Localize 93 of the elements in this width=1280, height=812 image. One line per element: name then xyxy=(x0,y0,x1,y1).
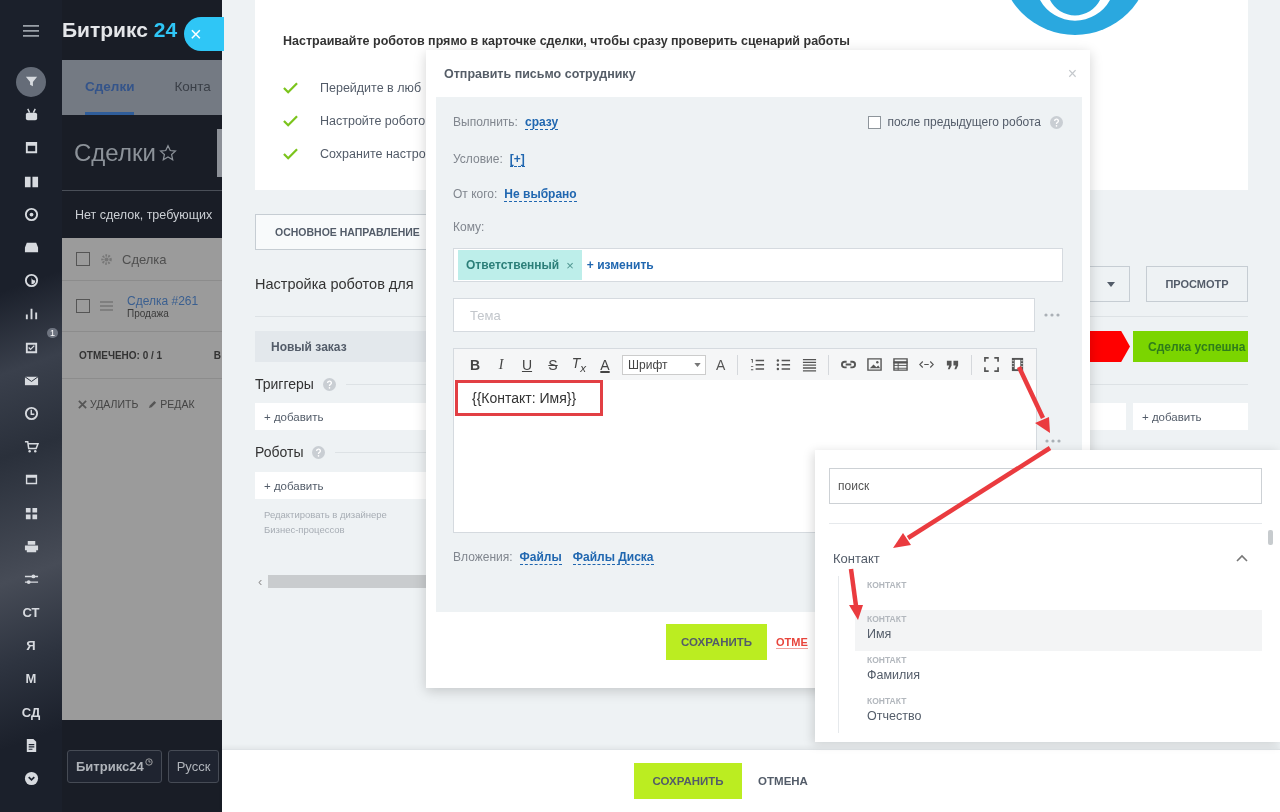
add-button[interactable]: + добавить xyxy=(1133,403,1248,430)
arrow xyxy=(848,568,863,620)
check-icon xyxy=(283,115,298,127)
checkbox[interactable] xyxy=(868,115,882,129)
clear-format-button[interactable]: T$_{x}$ xyxy=(566,355,592,374)
caret-icon xyxy=(694,362,701,367)
editor-text: {{Контакт: Имя}} xyxy=(472,390,577,406)
step-text: Настройте робото xyxy=(320,114,426,128)
pencil-icon xyxy=(148,399,158,409)
bar-chart-icon xyxy=(23,306,39,322)
film-icon[interactable] xyxy=(1009,357,1025,372)
cancel-link[interactable]: ОТМЕ xyxy=(776,635,808,649)
checkbox[interactable] xyxy=(76,252,90,266)
attachment-link[interactable]: Файлы Диска xyxy=(572,549,654,565)
total-label: В xyxy=(213,349,221,361)
brand-button[interactable]: Битрикс24 xyxy=(67,749,162,783)
change-link[interactable]: + изменить xyxy=(586,258,654,272)
section-heading: Роботы xyxy=(255,444,304,460)
italic-button[interactable]: I xyxy=(488,356,514,373)
variable-item[interactable]: КОНТАКТ Отчество xyxy=(855,692,1262,733)
sender-link[interactable]: Не выбрано xyxy=(504,186,577,202)
checkbox[interactable] xyxy=(76,299,90,313)
attachment-link[interactable]: Файлы xyxy=(519,549,562,565)
bold-button[interactable]: B xyxy=(462,356,488,373)
step-text: Перейдите в люб xyxy=(320,81,422,95)
intro-heading: Настраивайте роботов прямо в карточке сделки, чтобы сразу проверить сценарий работы xyxy=(283,34,851,48)
logo: Битрикс 24 xyxy=(62,18,178,42)
preview-button[interactable]: ПРОСМОТР xyxy=(1146,266,1248,302)
fullscreen-icon[interactable] xyxy=(983,357,999,372)
align-icon[interactable] xyxy=(801,357,817,372)
cart-icon xyxy=(23,439,39,455)
sidebar-icon-button[interactable] xyxy=(16,66,46,97)
variable-item[interactable]: КОНТАКТ Имя xyxy=(855,610,1262,651)
printer-icon xyxy=(23,538,39,554)
grid-icon xyxy=(23,505,39,521)
delete-button[interactable]: УДАЛИТЬ xyxy=(78,398,139,410)
notice-text: Нет сделок, требующих xyxy=(75,207,213,222)
column-header: Сделка xyxy=(122,251,167,267)
bullet-list-icon[interactable] xyxy=(775,357,791,372)
field-label: Условие: xyxy=(453,152,503,166)
font-dropdown[interactable]: Шрифт xyxy=(622,354,706,375)
notification-badge: 1 xyxy=(47,327,58,338)
stage-column: Сделка успешна xyxy=(1133,331,1248,362)
execute-link[interactable]: сразу xyxy=(524,114,559,130)
condition-link[interactable]: [+] xyxy=(509,151,525,167)
language-button[interactable]: Русск xyxy=(167,749,220,783)
sidebar-item[interactable]: М xyxy=(16,663,46,694)
clock-icon xyxy=(23,405,39,421)
window-icon xyxy=(23,140,39,156)
selected-count: ОТМЕЧЕНО: 0 / 1 xyxy=(79,349,163,361)
strikethrough-button[interactable]: S xyxy=(540,356,566,373)
field-label: От кого: xyxy=(453,187,498,201)
caret-icon xyxy=(1107,281,1115,287)
field-label: Выполнить: xyxy=(453,115,518,129)
group-header[interactable]: Контакт xyxy=(833,548,1248,568)
sidebar-item[interactable]: Я xyxy=(16,630,46,661)
section-heading: Триггеры xyxy=(255,376,314,392)
check-icon xyxy=(283,148,298,160)
scrollbar[interactable] xyxy=(268,575,429,588)
sidebar-item[interactable]: СТ xyxy=(16,597,46,628)
section-title: Настройка роботов для xyxy=(255,276,414,292)
scroll-thumb[interactable] xyxy=(1268,530,1273,545)
variable-item[interactable]: КОНТАКТ Фамилия xyxy=(855,651,1262,692)
target-icon xyxy=(23,206,39,222)
step-text: Сохраните настро xyxy=(320,147,426,161)
search-field[interactable]: поиск xyxy=(829,468,1262,504)
clock-icon xyxy=(144,757,153,766)
checkbox-label: после предыдущего робота xyxy=(887,115,1041,129)
save-button[interactable]: СОХРАНИТЬ xyxy=(666,624,767,660)
table-icon[interactable] xyxy=(892,357,908,372)
field-label: Вложения: xyxy=(453,550,513,564)
recipient-chip[interactable]: Ответственный × xyxy=(458,250,582,280)
recipient-field[interactable]: Ответственный × + изменить xyxy=(453,248,1063,282)
dialog-title: Отправить письмо сотруднику xyxy=(444,66,636,81)
filter-field[interactable] xyxy=(217,128,222,177)
image-icon[interactable] xyxy=(866,357,882,372)
text-color-button[interactable]: A xyxy=(592,356,618,373)
page-title: Сделки xyxy=(74,138,156,167)
star-icon[interactable] xyxy=(158,143,177,162)
underline-button[interactable]: U xyxy=(514,356,540,373)
font-size-button[interactable]: A xyxy=(716,356,726,373)
save-button[interactable]: СОХРАНИТЬ xyxy=(634,763,743,799)
check-icon xyxy=(283,82,298,94)
edit-button[interactable]: РЕДАК xyxy=(148,398,195,410)
arrow xyxy=(1016,366,1050,433)
cancel-button[interactable]: ОТМЕНА xyxy=(758,775,808,787)
deal-stage: Продажа xyxy=(127,307,170,319)
cross-icon xyxy=(78,399,87,409)
menu-icon[interactable] xyxy=(23,25,39,37)
sidebar-item[interactable]: СД xyxy=(16,697,46,728)
chevron-down-icon xyxy=(23,771,39,787)
subject-field[interactable]: Тема xyxy=(453,298,1035,332)
numbered-list-icon[interactable] xyxy=(749,357,765,372)
